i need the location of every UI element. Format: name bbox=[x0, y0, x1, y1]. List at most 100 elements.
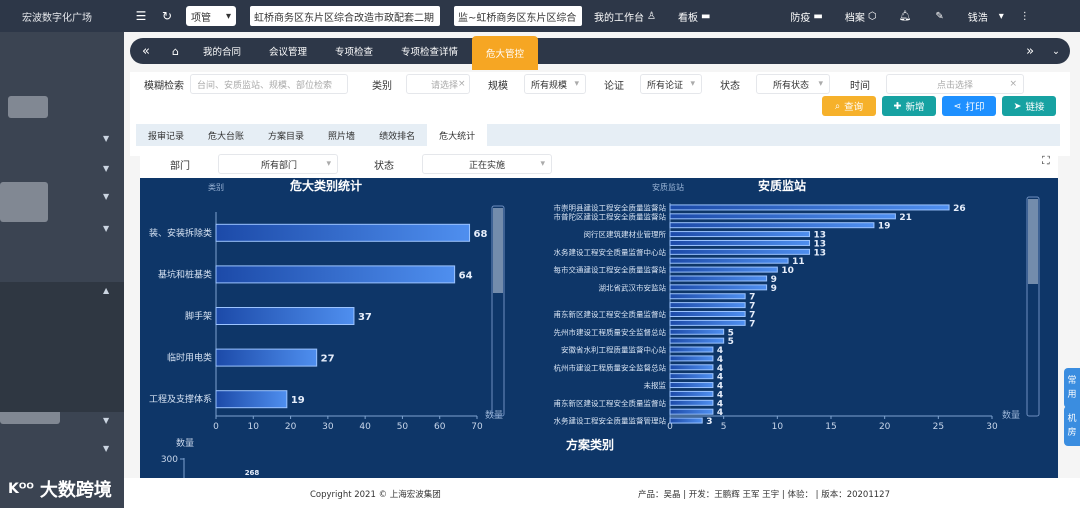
category-label: 市普陀区建设工程安全质量监督站 bbox=[554, 211, 667, 221]
chevron-down-icon[interactable]: ▼ bbox=[103, 134, 109, 143]
subtab-photo-wall[interactable]: 照片墙 bbox=[316, 124, 367, 146]
bar bbox=[669, 239, 811, 246]
chevron-down-icon[interactable]: ▼ bbox=[103, 192, 109, 201]
edit-icon[interactable]: ✎ bbox=[935, 11, 943, 22]
category-label: 安徽省水利工程质量监督中心站 bbox=[561, 345, 666, 355]
tab-special-check[interactable]: 专项检查 bbox=[321, 38, 387, 64]
time-picker[interactable]: 点击选择 × bbox=[886, 74, 1024, 94]
category-label: 水务建设工程安全质量监督管理站 bbox=[554, 416, 667, 426]
bell-icon[interactable]: 🔔︎ bbox=[899, 11, 912, 22]
refresh-icon[interactable]: ↻ bbox=[158, 9, 176, 23]
category-label: 水务建设工程安全质量监督中心站 bbox=[554, 247, 667, 257]
chevron-down-icon[interactable]: ▼ bbox=[103, 224, 109, 233]
print-button[interactable]: ⋖ 打印 bbox=[942, 96, 996, 116]
category-label: 未报监 bbox=[644, 380, 667, 390]
subtab-performance-ranking[interactable]: 绩效排名 bbox=[367, 124, 427, 146]
bar bbox=[669, 364, 714, 371]
double-left-icon[interactable]: « bbox=[130, 38, 162, 64]
subtab-hazard-ledger[interactable]: 危大台账 bbox=[196, 124, 256, 146]
category-select[interactable]: 请选择 × bbox=[406, 74, 470, 94]
user-menu[interactable]: 钱浩 ▾ bbox=[968, 9, 1004, 24]
credits-text: 产品：吴晶 | 开发：王鹏辉 王军 王宇 | 体验： | 版本：20201127 bbox=[638, 490, 890, 500]
room-float-button[interactable]: 机房 bbox=[1064, 406, 1080, 446]
y-axis-title: 安质监站 bbox=[652, 182, 684, 192]
chevron-up-icon[interactable]: ▲ bbox=[103, 286, 109, 295]
status-select[interactable]: 所有状态 ▾ bbox=[756, 74, 830, 94]
chevron-down-icon[interactable]: ▼ bbox=[103, 164, 109, 173]
bar-value-label: 10 bbox=[781, 266, 794, 276]
nav-tab-supervision[interactable]: 监~虹桥商务区东片区综合 bbox=[454, 6, 582, 26]
print-label: 打印 bbox=[965, 102, 985, 113]
x-tick-label: 20 bbox=[879, 422, 891, 432]
bar-value-label: 21 bbox=[899, 213, 912, 223]
scale-select[interactable]: 所有规模 ▾ bbox=[524, 74, 586, 94]
double-right-icon[interactable]: » bbox=[1018, 38, 1042, 64]
subtab-review-records[interactable]: 报审记录 bbox=[136, 124, 196, 146]
subtab-hazard-statistics[interactable]: 危大统计 bbox=[427, 124, 488, 146]
epidemic-link[interactable]: 防疫 ▬ bbox=[790, 9, 822, 24]
fuzzy-search-input[interactable]: 台间、安质监站、规模、部位检索 bbox=[190, 74, 348, 94]
bar bbox=[215, 307, 355, 325]
tab-meeting[interactable]: 会议管理 bbox=[255, 38, 321, 64]
dept-select[interactable]: 所有部门 ▾ bbox=[218, 154, 338, 174]
chevron-down-icon[interactable]: ▼ bbox=[103, 416, 109, 425]
bar bbox=[669, 293, 746, 300]
link-button[interactable]: ➤ 链接 bbox=[1002, 96, 1056, 116]
sub-tabs: 报审记录 危大台账 方案目录 照片墙 绩效排名 危大统计 bbox=[136, 124, 1060, 146]
chart-title: 方案类别 bbox=[566, 437, 614, 452]
dept-label: 部门 bbox=[170, 161, 190, 172]
demo-label: 论证 bbox=[604, 81, 624, 92]
project-select-value: 项管 bbox=[191, 12, 211, 24]
menu-icon[interactable]: ☰ bbox=[132, 9, 150, 23]
bar bbox=[215, 265, 456, 284]
scale-value: 所有规模 bbox=[531, 80, 568, 91]
main-area: « ⌂ 我的合同 会议管理 专项检查 专项检查详情 危大管控 » ⌄ 模糊检索 … bbox=[124, 32, 1080, 508]
blurred-item bbox=[8, 96, 48, 118]
category-label: 甫东新区建设工程安全质量监督站 bbox=[554, 309, 667, 319]
tab-my-contract[interactable]: 我的合同 bbox=[189, 38, 255, 64]
workbench-link[interactable]: 我的工作台 ♙ bbox=[594, 9, 656, 24]
zoom-slider-handle bbox=[493, 208, 503, 293]
category-label: 基坑和桩基类 bbox=[158, 268, 212, 280]
bar-value-label: 7 bbox=[749, 319, 755, 329]
chevron-down-icon[interactable]: ⌄ bbox=[1042, 38, 1070, 64]
query-button[interactable]: ⌕ 查询 bbox=[822, 96, 876, 116]
bar-value-label: 9 bbox=[771, 284, 777, 294]
workbench-label: 我的工作台 bbox=[594, 12, 644, 24]
x-tick-label: 10 bbox=[772, 422, 784, 432]
x-tick-label: 40 bbox=[359, 422, 371, 432]
close-icon[interactable]: × bbox=[458, 79, 466, 89]
subtab-plan-catalog[interactable]: 方案目录 bbox=[256, 124, 316, 146]
archive-label: 档案 bbox=[844, 12, 865, 24]
search-icon: ⌕ bbox=[834, 100, 841, 112]
nav-tab-project[interactable]: 虹桥商务区东片区综合改造市政配套二期 bbox=[250, 6, 440, 26]
common-float-button[interactable]: 常用 bbox=[1064, 368, 1080, 408]
caret-down-icon: ▾ bbox=[690, 79, 695, 89]
home-icon[interactable]: ⌂ bbox=[162, 38, 189, 64]
zoom-slider-handle bbox=[1028, 199, 1038, 284]
close-icon[interactable]: × bbox=[1009, 79, 1017, 89]
bar-value-label: 26 bbox=[953, 204, 966, 214]
sub-status-select[interactable]: 正在实施 ▾ bbox=[422, 154, 552, 174]
add-button[interactable]: ✚ 新增 bbox=[882, 96, 936, 116]
project-select[interactable]: 项管 ▾ bbox=[186, 6, 236, 26]
time-placeholder: 点击选择 bbox=[937, 80, 974, 91]
demo-select[interactable]: 所有论证 ▾ bbox=[640, 74, 702, 94]
x-tick-label: 30 bbox=[986, 422, 998, 432]
tab-hazard-control[interactable]: 危大管控 bbox=[472, 36, 539, 70]
x-tick-label: 10 bbox=[248, 422, 260, 432]
x-tick-label: 50 bbox=[397, 422, 409, 432]
fullscreen-icon[interactable]: ⛶ bbox=[1042, 154, 1050, 168]
tab-special-check-detail[interactable]: 专项检查详情 bbox=[387, 38, 472, 64]
bar bbox=[669, 248, 811, 255]
chevron-down-icon[interactable]: ▼ bbox=[103, 444, 109, 453]
archive-link[interactable]: 档案 ⬡ bbox=[845, 9, 877, 24]
sidebar-active-group bbox=[0, 282, 124, 412]
more-icon[interactable]: ⋮ bbox=[1020, 11, 1030, 22]
category-label: 市崇明县建设工程安全质量监督站 bbox=[554, 202, 667, 212]
x-tick-label: 70 bbox=[471, 422, 483, 432]
board-link[interactable]: 看板 ▬ bbox=[678, 9, 710, 24]
watermark: Kᴼᴼ 大数跨境 bbox=[8, 476, 112, 502]
fuzzy-search-placeholder: 台间、安质监站、规模、部位检索 bbox=[197, 80, 333, 91]
bar-value-label: 68 bbox=[474, 229, 488, 240]
